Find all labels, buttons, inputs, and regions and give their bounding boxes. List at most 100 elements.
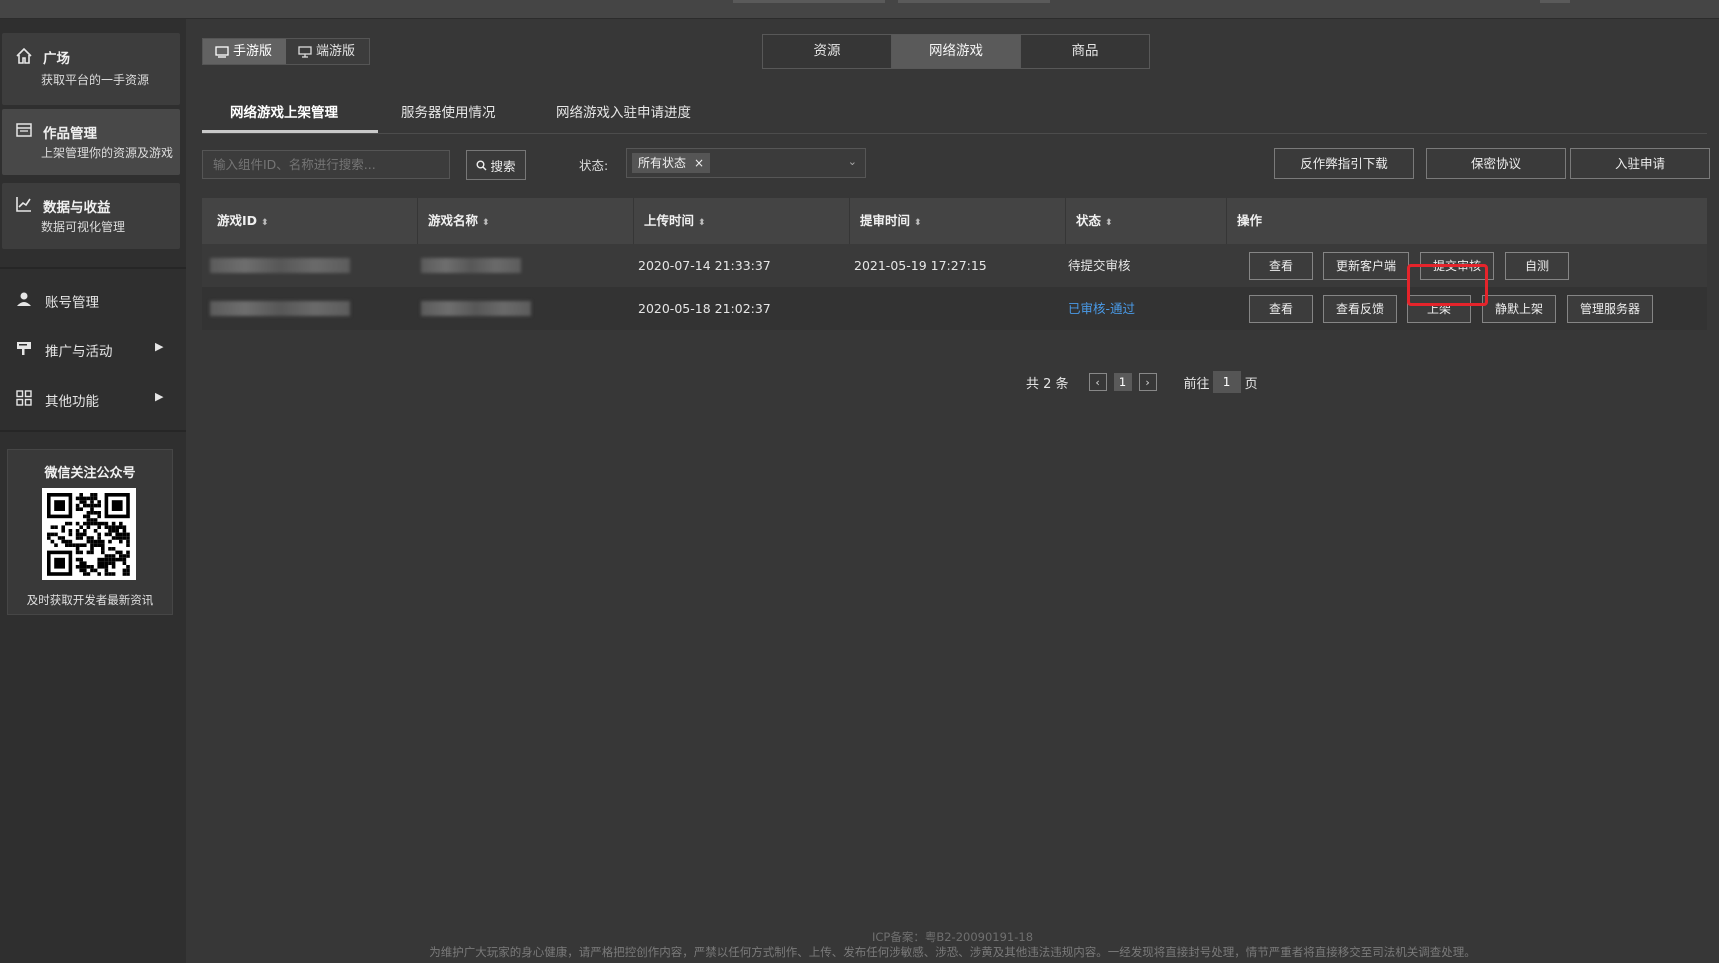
sort-icon: ⬍ <box>482 218 490 228</box>
wechat-qr-card: 微信关注公众号 及时获取开发者最新资讯 <box>7 449 173 615</box>
sidebar-card-plaza[interactable]: 广场 获取平台的一手资源 <box>2 33 180 105</box>
sidebar: 广场 获取平台的一手资源 作品管理 上架管理你的资源及游戏 数据与收益 数据可视… <box>0 19 186 963</box>
tab-resources[interactable]: 资源 <box>763 35 892 68</box>
manage-server-button[interactable]: 管理服务器 <box>1567 295 1653 323</box>
tab-online-games[interactable]: 网络游戏 <box>892 35 1021 68</box>
sidebar-card-data[interactable]: 数据与收益 数据可视化管理 <box>2 183 180 249</box>
pagination: 共 2 条 ‹ 1 › 前往 页 <box>1026 371 1258 393</box>
grid-icon <box>16 390 32 406</box>
column-header-game-name[interactable]: 游戏名称 ⬍ <box>418 198 634 244</box>
view-button[interactable]: 查看 <box>1249 295 1313 323</box>
chevron-right-icon: ▶ <box>155 340 164 353</box>
close-icon[interactable]: × <box>694 153 704 173</box>
top-bar-marker <box>898 0 1050 3</box>
user-icon <box>17 292 31 306</box>
column-header-label: 状态 <box>1076 213 1102 228</box>
column-header-label: 游戏名称 <box>428 213 479 228</box>
page-number-current[interactable]: 1 <box>1113 373 1132 391</box>
next-page-button[interactable]: › <box>1138 373 1157 391</box>
sidebar-divider <box>0 430 186 432</box>
sidebar-item-promotion[interactable]: 推广与活动 ▶ <box>0 328 186 368</box>
prev-page-button[interactable]: ‹ <box>1088 373 1107 391</box>
submit-review-button[interactable]: 提交审核 <box>1420 252 1494 280</box>
main-content: 手游版 端游版 资源 网络游戏 商品 网络游戏上架管理 服务器使用情况 网络游戏… <box>186 19 1719 963</box>
status-tag: 所有状态 × <box>632 153 711 173</box>
upload-time: 2020-05-18 21:02:37 <box>638 301 771 316</box>
goto-page-input[interactable] <box>1212 371 1241 393</box>
publish-button[interactable]: 上架 <box>1407 295 1471 323</box>
sidebar-card-subtitle: 数据可视化管理 <box>41 220 126 234</box>
confidentiality-agreement-button[interactable]: 保密协议 <box>1426 148 1566 179</box>
tab-game-listing-management[interactable]: 网络游戏上架管理 <box>230 101 338 121</box>
sidebar-card-subtitle: 上架管理你的资源及游戏 <box>41 146 174 160</box>
sort-icon: ⬍ <box>914 218 922 228</box>
column-header-game-id[interactable]: 游戏ID ⬍ <box>202 198 418 244</box>
qr-code-graphic <box>47 493 130 576</box>
redacted-game-name <box>421 258 521 273</box>
qr-title: 微信关注公众号 <box>44 466 136 481</box>
update-client-button[interactable]: 更新客户端 <box>1323 252 1409 280</box>
monitor-icon <box>298 45 312 58</box>
sidebar-card-title: 广场 <box>43 51 70 67</box>
status-tag-label: 所有状态 <box>638 156 687 170</box>
self-test-button[interactable]: 自测 <box>1505 252 1569 280</box>
column-header-label: 提审时间 <box>860 213 911 228</box>
content-notice: 为维护广大玩家的身心健康，请严格把控创作内容，严禁以任何方式制作、上传、发布任何… <box>429 945 1476 959</box>
version-toggle: 手游版 端游版 <box>202 38 371 65</box>
status-filter-select[interactable]: 所有状态 × ⌄ <box>626 148 866 178</box>
column-header-label: 上传时间 <box>644 213 695 228</box>
column-header-label: 操作 <box>1237 213 1263 228</box>
sidebar-item-label: 推广与活动 <box>45 344 113 360</box>
status-text-approved[interactable]: 已审核-通过 <box>1068 287 1135 330</box>
qr-code-image <box>42 488 136 580</box>
home-icon <box>16 47 32 64</box>
status-filter-label: 状态: <box>579 158 609 173</box>
table-header: 游戏ID ⬍ 游戏名称 ⬍ 上传时间 ⬍ 提审时间 ⬍ 状态 ⬍ 操作 <box>202 198 1707 244</box>
review-time: 2021-05-19 17:27:15 <box>854 258 987 273</box>
total-count: 共 2 条 <box>1026 376 1069 392</box>
sub-tabs: 网络游戏上架管理 服务器使用情况 网络游戏入驻申请进度 <box>202 95 1707 134</box>
table-row: 2020-07-14 21:33:37 2021-05-19 17:27:15 … <box>202 244 1707 287</box>
redacted-game-name <box>421 301 531 316</box>
sidebar-card-title: 作品管理 <box>43 126 97 142</box>
sidebar-item-other[interactable]: 其他功能 ▶ <box>0 378 186 418</box>
chart-icon <box>16 197 31 212</box>
settle-in-application-button[interactable]: 入驻申请 <box>1570 148 1710 179</box>
redacted-game-id <box>210 258 350 273</box>
search-input[interactable] <box>202 150 450 179</box>
column-header-upload-time[interactable]: 上传时间 ⬍ <box>634 198 850 244</box>
column-header-label: 游戏ID <box>217 213 258 228</box>
pc-version-tab[interactable]: 端游版 <box>286 39 370 64</box>
view-button[interactable]: 查看 <box>1249 252 1313 280</box>
mobile-version-label: 手游版 <box>233 44 273 59</box>
silent-publish-button[interactable]: 静默上架 <box>1482 295 1556 323</box>
tab-goods[interactable]: 商品 <box>1021 35 1149 68</box>
sidebar-card-title: 数据与收益 <box>43 200 111 216</box>
sidebar-item-label: 账号管理 <box>45 295 99 311</box>
redacted-game-id <box>210 301 350 316</box>
column-header-status[interactable]: 状态 ⬍ <box>1066 198 1227 244</box>
tab-server-usage[interactable]: 服务器使用情况 <box>401 101 496 121</box>
search-button[interactable]: 搜索 <box>466 150 526 180</box>
search-icon <box>476 160 487 170</box>
top-bar-marker <box>1540 0 1570 3</box>
goto-suffix: 页 <box>1244 376 1258 392</box>
promo-icon <box>17 342 31 355</box>
goto-prefix: 前往 <box>1183 376 1210 392</box>
category-tabs: 资源 网络游戏 商品 <box>762 34 1150 69</box>
anti-cheat-guide-download-button[interactable]: 反作弊指引下载 <box>1274 148 1414 179</box>
chevron-right-icon: ▶ <box>155 390 164 403</box>
sidebar-card-works[interactable]: 作品管理 上架管理你的资源及游戏 <box>2 109 180 175</box>
status-text: 待提交审核 <box>1068 258 1131 273</box>
sidebar-item-account[interactable]: 账号管理 <box>0 279 186 319</box>
column-header-review-time[interactable]: 提审时间 ⬍ <box>850 198 1066 244</box>
top-bar-marker <box>733 0 885 3</box>
view-feedback-button[interactable]: 查看反馈 <box>1323 295 1397 323</box>
sidebar-divider <box>0 267 186 269</box>
mobile-icon <box>215 45 229 58</box>
upload-time: 2020-07-14 21:33:37 <box>638 258 771 273</box>
qr-caption: 及时获取开发者最新资讯 <box>26 593 154 607</box>
tab-application-progress[interactable]: 网络游戏入驻申请进度 <box>556 101 691 121</box>
mobile-version-tab[interactable]: 手游版 <box>203 39 287 64</box>
top-bar <box>0 0 1719 19</box>
